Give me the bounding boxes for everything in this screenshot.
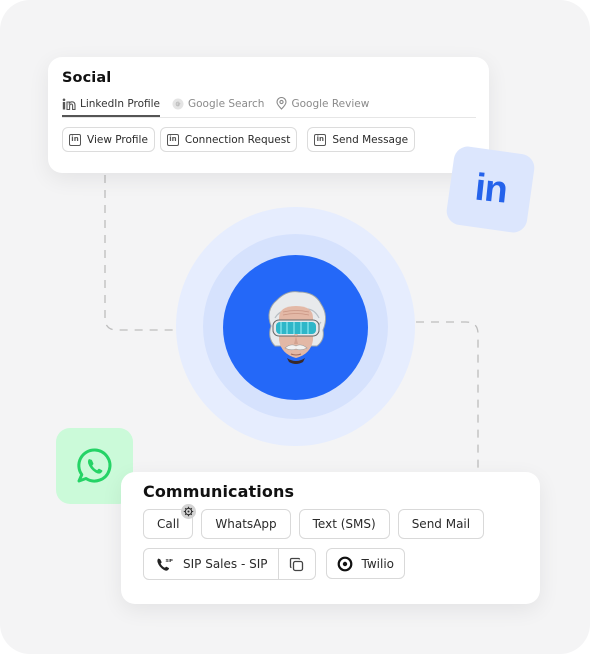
text-sms-button[interactable]: Text (SMS): [298, 509, 390, 539]
sip-phone-icon: SIP: [157, 558, 173, 571]
button-label: View Profile: [87, 133, 148, 146]
call-button[interactable]: Call: [143, 504, 197, 539]
google-icon: [172, 98, 184, 110]
avatar-einstein-goggles-icon: [268, 290, 326, 364]
linkedin-tile: in: [444, 144, 537, 235]
linkedin-icon: [62, 98, 76, 110]
social-tabs: LinkedIn Profile Google Search Google Re…: [62, 94, 476, 118]
whatsapp-button[interactable]: WhatsApp: [201, 509, 291, 539]
button-label: Text (SMS): [312, 517, 376, 531]
svg-text:SIP: SIP: [166, 558, 173, 563]
sip-selector: SIP SIP Sales - SIP: [143, 548, 316, 580]
button-label: Send Mail: [411, 517, 471, 531]
provider-row: SIP SIP Sales - SIP Twilio: [143, 548, 526, 580]
tab-google-review[interactable]: Google Review: [276, 97, 369, 117]
linkedin-logo-icon: in: [472, 166, 509, 212]
send-mail-button[interactable]: Send Mail: [397, 509, 485, 539]
social-actions: in View Profile in Connection Request in…: [62, 127, 476, 152]
send-message-button[interactable]: in Send Message: [307, 127, 416, 152]
copy-button[interactable]: [277, 549, 315, 579]
tab-label: Google Search: [188, 98, 265, 110]
button-label: Twilio: [361, 556, 395, 571]
connection-request-button[interactable]: in Connection Request: [159, 127, 298, 152]
twilio-icon: [337, 556, 352, 571]
linkedin-icon: in: [314, 133, 327, 146]
channel-row: Call WhatsApp Text (SMS) Send Mail: [143, 504, 526, 539]
communications-card: Communications Call WhatsApp Text (SMS): [121, 472, 540, 604]
gear-icon[interactable]: [181, 504, 197, 519]
tab-label: LinkedIn Profile: [80, 98, 160, 110]
whatsapp-icon: [76, 448, 111, 483]
avatar: [223, 255, 368, 400]
connector-avatar-to-comms: [416, 321, 479, 472]
tab-linkedin-profile[interactable]: LinkedIn Profile: [62, 98, 160, 117]
location-pin-icon: [276, 97, 288, 110]
sip-label: SIP Sales - SIP: [183, 557, 268, 571]
sip-line-button[interactable]: SIP SIP Sales - SIP: [144, 549, 278, 579]
view-profile-button[interactable]: in View Profile: [62, 127, 155, 152]
communications-title: Communications: [143, 482, 295, 501]
button-label: Send Message: [332, 133, 409, 146]
button-label: Connection Request: [184, 133, 291, 146]
linkedin-icon: in: [69, 133, 81, 146]
twilio-button[interactable]: Twilio: [325, 548, 406, 579]
canvas: Social LinkedIn Profile Google Search Go…: [0, 0, 590, 654]
button-label: Call: [157, 517, 180, 531]
tab-label: Google Review: [291, 97, 370, 110]
tab-google-search[interactable]: Google Search: [172, 98, 264, 117]
social-card: Social LinkedIn Profile Google Search Go…: [48, 57, 489, 173]
connector-social-to-avatar: [104, 175, 178, 331]
button-label: WhatsApp: [215, 517, 277, 531]
copy-icon: [289, 557, 304, 571]
linkedin-icon: in: [166, 133, 179, 146]
social-title: Social: [62, 70, 112, 86]
